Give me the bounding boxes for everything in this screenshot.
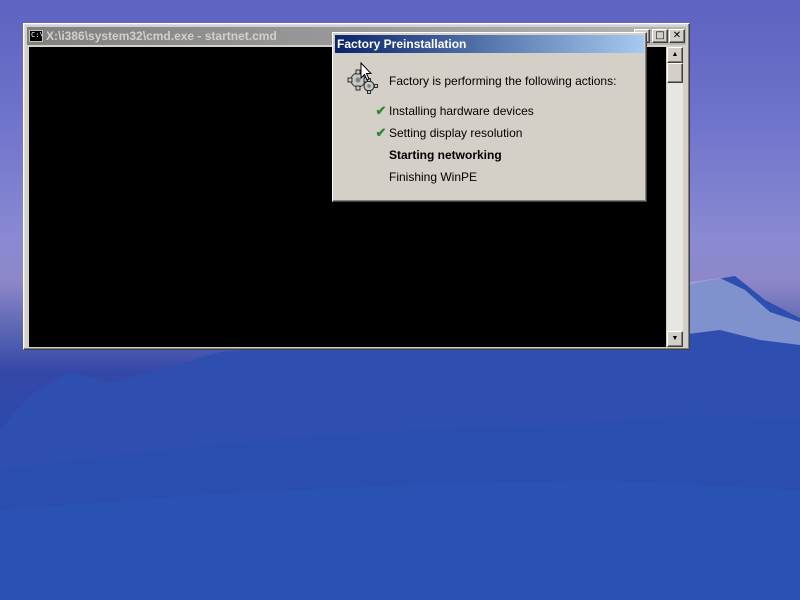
gear-icon [347, 61, 378, 94]
scroll-thumb[interactable] [667, 63, 683, 83]
action-label: Setting display resolution [389, 126, 523, 140]
action-label: Starting networking [389, 148, 502, 162]
scroll-up-button[interactable]: ▲ [667, 47, 683, 63]
action-label: Finishing WinPE [389, 170, 478, 184]
intro-text: Factory is performing the following acti… [389, 74, 617, 88]
action-item-winpe: Finishing WinPE [373, 169, 477, 185]
action-item-hardware: ✔ Installing hardware devices [373, 103, 534, 119]
scroll-down-button[interactable]: ▼ [667, 331, 683, 347]
cmd-app-icon: C:\ [29, 30, 43, 42]
action-item-networking: Starting networking [373, 147, 502, 163]
check-icon: ✔ [375, 103, 387, 118]
action-label: Installing hardware devices [389, 104, 534, 118]
cmd-window-title: X:\i386\system32\cmd.exe - startnet.cmd [46, 29, 277, 43]
action-item-display: ✔ Setting display resolution [373, 125, 523, 141]
factory-titlebar[interactable]: Factory Preinstallation [335, 35, 644, 53]
close-button[interactable]: ✕ [669, 29, 685, 43]
factory-preinstallation-dialog: Factory Preinstallation Factory is perfo… [332, 32, 647, 202]
check-icon: ✔ [375, 125, 387, 140]
dialog-title: Factory Preinstallation [337, 37, 467, 51]
vertical-scrollbar[interactable]: ▲ ▼ [667, 47, 683, 347]
maximize-button[interactable]: □ [652, 29, 668, 43]
